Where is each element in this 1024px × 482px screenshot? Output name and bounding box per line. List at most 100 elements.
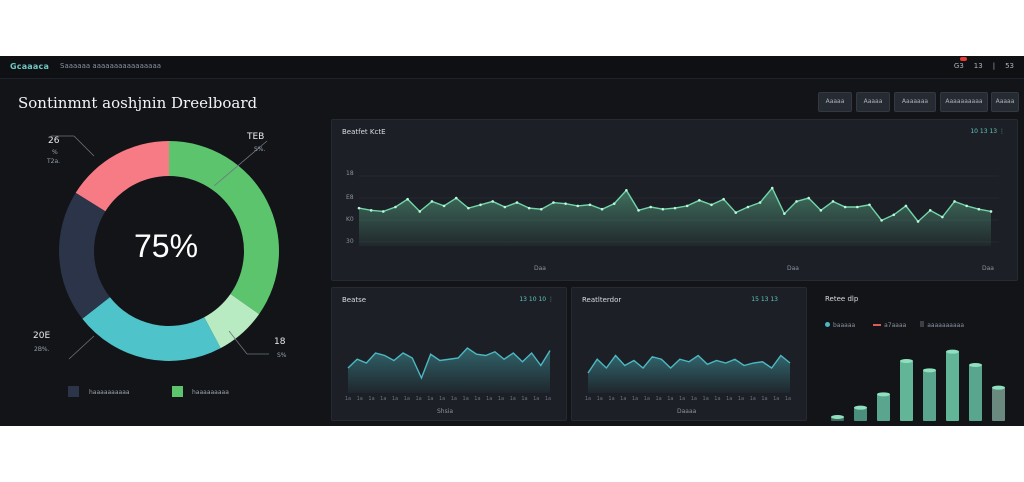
data-point[interactable] xyxy=(576,204,580,208)
user-icon[interactable]: 53 xyxy=(1005,62,1014,70)
data-point[interactable] xyxy=(612,202,616,205)
data-point[interactable] xyxy=(600,207,604,211)
data-point[interactable] xyxy=(892,213,896,217)
data-point[interactable] xyxy=(442,204,446,208)
data-point[interactable] xyxy=(527,206,531,210)
small-chart-2-title: Reatlterdor xyxy=(582,296,622,304)
toolbar-button-5[interactable]: Aaaaa xyxy=(991,92,1019,112)
data-point[interactable] xyxy=(819,209,823,212)
data-point[interactable] xyxy=(880,219,883,222)
x-tick: 1a xyxy=(438,396,446,402)
data-point[interactable] xyxy=(941,215,944,219)
bar[interactable] xyxy=(923,370,936,421)
bar[interactable] xyxy=(877,394,890,421)
data-point[interactable] xyxy=(357,206,361,210)
bar-cap xyxy=(946,349,959,354)
bar[interactable] xyxy=(946,351,959,421)
x-tick: 1a xyxy=(544,396,552,402)
page-title: Sontinmnt aoshjnin Dreelboard xyxy=(18,94,258,112)
small-chart-1-controls[interactable]: 13 10 10 ⋮ xyxy=(519,296,554,303)
data-point[interactable] xyxy=(989,210,993,213)
data-point[interactable] xyxy=(977,207,981,211)
toolbar-button-4[interactable]: Aaaaaaaaaa xyxy=(940,92,988,112)
area-fill xyxy=(348,348,550,393)
y-tick: E8 xyxy=(346,194,354,201)
nav-links[interactable]: Saaaaaa aaaaaaaaaaaaaaaa xyxy=(60,62,161,70)
x-tick: 1a xyxy=(714,396,721,402)
data-point[interactable] xyxy=(758,201,762,204)
data-point[interactable] xyxy=(843,205,847,209)
bar[interactable] xyxy=(900,361,913,421)
data-point[interactable] xyxy=(649,205,652,209)
data-point[interactable] xyxy=(916,220,920,223)
x-tick: Daa xyxy=(787,265,799,272)
data-point[interactable] xyxy=(770,186,774,190)
x-tick: 1a xyxy=(344,396,352,402)
data-point[interactable] xyxy=(430,200,434,203)
bottom-left-value: 20E xyxy=(33,331,51,341)
bottom-left-sub: 2B%. xyxy=(34,346,50,353)
data-point[interactable] xyxy=(928,209,932,212)
donut-segment-navy[interactable] xyxy=(58,192,110,319)
data-point[interactable] xyxy=(831,200,835,203)
small-chart-2-controls[interactable]: 15 13 13 xyxy=(751,296,778,303)
data-point[interactable] xyxy=(673,206,677,210)
data-point[interactable] xyxy=(710,203,713,207)
data-point[interactable] xyxy=(382,210,385,213)
toolbar-button-2[interactable]: Aaaaa xyxy=(856,92,890,112)
data-point[interactable] xyxy=(467,206,470,210)
data-point[interactable] xyxy=(661,207,665,211)
data-point[interactable] xyxy=(856,205,859,209)
data-point[interactable] xyxy=(394,205,397,209)
data-point[interactable] xyxy=(807,196,810,200)
data-point[interactable] xyxy=(588,203,592,207)
small-chart-2-xlabel: Daaaa xyxy=(677,408,697,415)
data-point[interactable] xyxy=(406,197,409,201)
data-point[interactable] xyxy=(868,203,871,207)
data-point[interactable] xyxy=(734,211,738,214)
data-point[interactable] xyxy=(515,201,519,204)
bar-chart-panel: Retee dlp baaaaa a7aaaa aaaaaaaaaa xyxy=(811,287,1016,422)
data-point[interactable] xyxy=(552,201,555,204)
donut-center-label: 75% xyxy=(134,228,199,264)
data-point[interactable] xyxy=(418,210,422,213)
data-point[interactable] xyxy=(503,205,507,209)
x-tick: 1a xyxy=(356,396,363,402)
data-point[interactable] xyxy=(369,209,373,212)
bar[interactable] xyxy=(969,365,982,421)
data-point[interactable] xyxy=(685,204,689,208)
bar-chart-legend: baaaaa a7aaaa aaaaaaaaaa xyxy=(825,321,1015,331)
brand-logo[interactable]: Gcaaaca xyxy=(10,62,49,71)
small-chart-1-title: Beatse xyxy=(342,296,367,304)
data-point[interactable] xyxy=(722,197,725,201)
area-fill xyxy=(359,188,991,246)
data-point[interactable] xyxy=(625,188,628,192)
x-tick: 1a xyxy=(690,396,697,402)
toolbar-button-1[interactable]: Aaaaa xyxy=(818,92,852,112)
data-point[interactable] xyxy=(698,199,701,202)
bar[interactable] xyxy=(992,387,1005,421)
top-left-sub1: % xyxy=(52,149,58,156)
data-point[interactable] xyxy=(904,204,908,208)
small-chart-1-xticks: 1a 1a 1a 1a 1a 1a 1a 1a 1a 1a 1a 1a 1a 1a 1a 1a 1a 1a xyxy=(344,396,552,404)
data-point[interactable] xyxy=(491,200,494,203)
donut-segment-teal[interactable] xyxy=(82,297,221,361)
top-counter[interactable]: 13 xyxy=(974,62,983,70)
data-point[interactable] xyxy=(479,203,482,207)
data-point[interactable] xyxy=(746,205,750,209)
main-chart-controls[interactable]: 10 13 13 ⋮ xyxy=(970,128,1005,135)
data-point[interactable] xyxy=(540,207,543,211)
data-point[interactable] xyxy=(454,196,458,200)
data-point[interactable] xyxy=(795,200,798,203)
data-point[interactable] xyxy=(637,209,640,212)
x-tick: 1a xyxy=(737,396,745,402)
notification-icon[interactable]: G3 xyxy=(954,57,967,70)
data-point[interactable] xyxy=(953,200,956,203)
toolbar-button-3[interactable]: Aaaaaaa xyxy=(894,92,936,112)
x-tick: 1a xyxy=(486,396,493,402)
data-point[interactable] xyxy=(965,204,968,208)
data-point[interactable] xyxy=(564,202,567,205)
data-point[interactable] xyxy=(783,212,786,215)
x-tick: 1a xyxy=(450,396,457,402)
y-tick: 30 xyxy=(346,238,354,245)
